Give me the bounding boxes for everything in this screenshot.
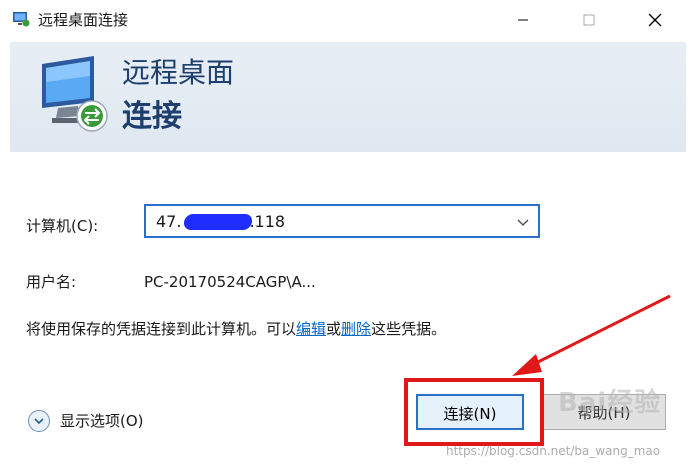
computer-value-prefix: 47. — [156, 212, 182, 231]
dialog-content: 计算机(C): 47. .118 用户名: PC-20170524CAGP\A..… — [10, 152, 686, 473]
edit-credentials-link[interactable]: 编辑 — [296, 320, 326, 338]
minimize-icon — [518, 19, 528, 21]
watermark-logo: Bai经验 — [558, 388, 662, 418]
redaction-mark — [182, 214, 254, 230]
header-title-line1: 远程桌面 — [122, 56, 235, 89]
remote-desktop-monitor-icon — [42, 56, 108, 132]
annotation-highlight-box — [404, 378, 544, 446]
watermark-url: https://blog.csdn.net/ba_wang_mao — [446, 444, 661, 458]
close-button[interactable] — [632, 0, 678, 40]
header-banner: 远程桌面 连接 — [10, 42, 686, 153]
window-title: 远程桌面连接 — [38, 11, 129, 29]
close-icon — [648, 13, 662, 27]
computer-combobox[interactable]: 47. .118 — [144, 204, 540, 238]
note-prefix: 将使用保存的凭据连接到此计算机。可以 — [26, 320, 297, 338]
note-or: 或 — [326, 320, 342, 338]
header-title-line2: 连接 — [122, 99, 182, 134]
delete-credentials-link[interactable]: 删除 — [341, 320, 371, 338]
expand-circle-icon — [28, 410, 50, 432]
title-bar: 远程桌面连接 — [0, 0, 696, 40]
computer-value-suffix: .118 — [249, 212, 286, 231]
maximize-button[interactable] — [566, 0, 612, 40]
annotation-arrow-icon — [512, 294, 671, 376]
minimize-button[interactable] — [500, 0, 546, 40]
show-options-label: 显示选项(O) — [60, 412, 144, 430]
computer-label: 计算机(C): — [26, 217, 99, 235]
show-options-toggle[interactable]: 显示选项(O) — [28, 410, 144, 432]
note-suffix: 这些凭据。 — [371, 320, 447, 338]
chevron-down-icon[interactable] — [516, 215, 530, 229]
remote-desktop-app-icon — [13, 12, 30, 27]
maximize-icon — [583, 14, 595, 26]
saved-credentials-note: 将使用保存的凭据连接到此计算机。可以编辑或删除这些凭据。 — [26, 319, 446, 339]
user-value: PC-20170524CAGP\A... — [144, 273, 316, 291]
user-label: 用户名: — [26, 273, 77, 291]
